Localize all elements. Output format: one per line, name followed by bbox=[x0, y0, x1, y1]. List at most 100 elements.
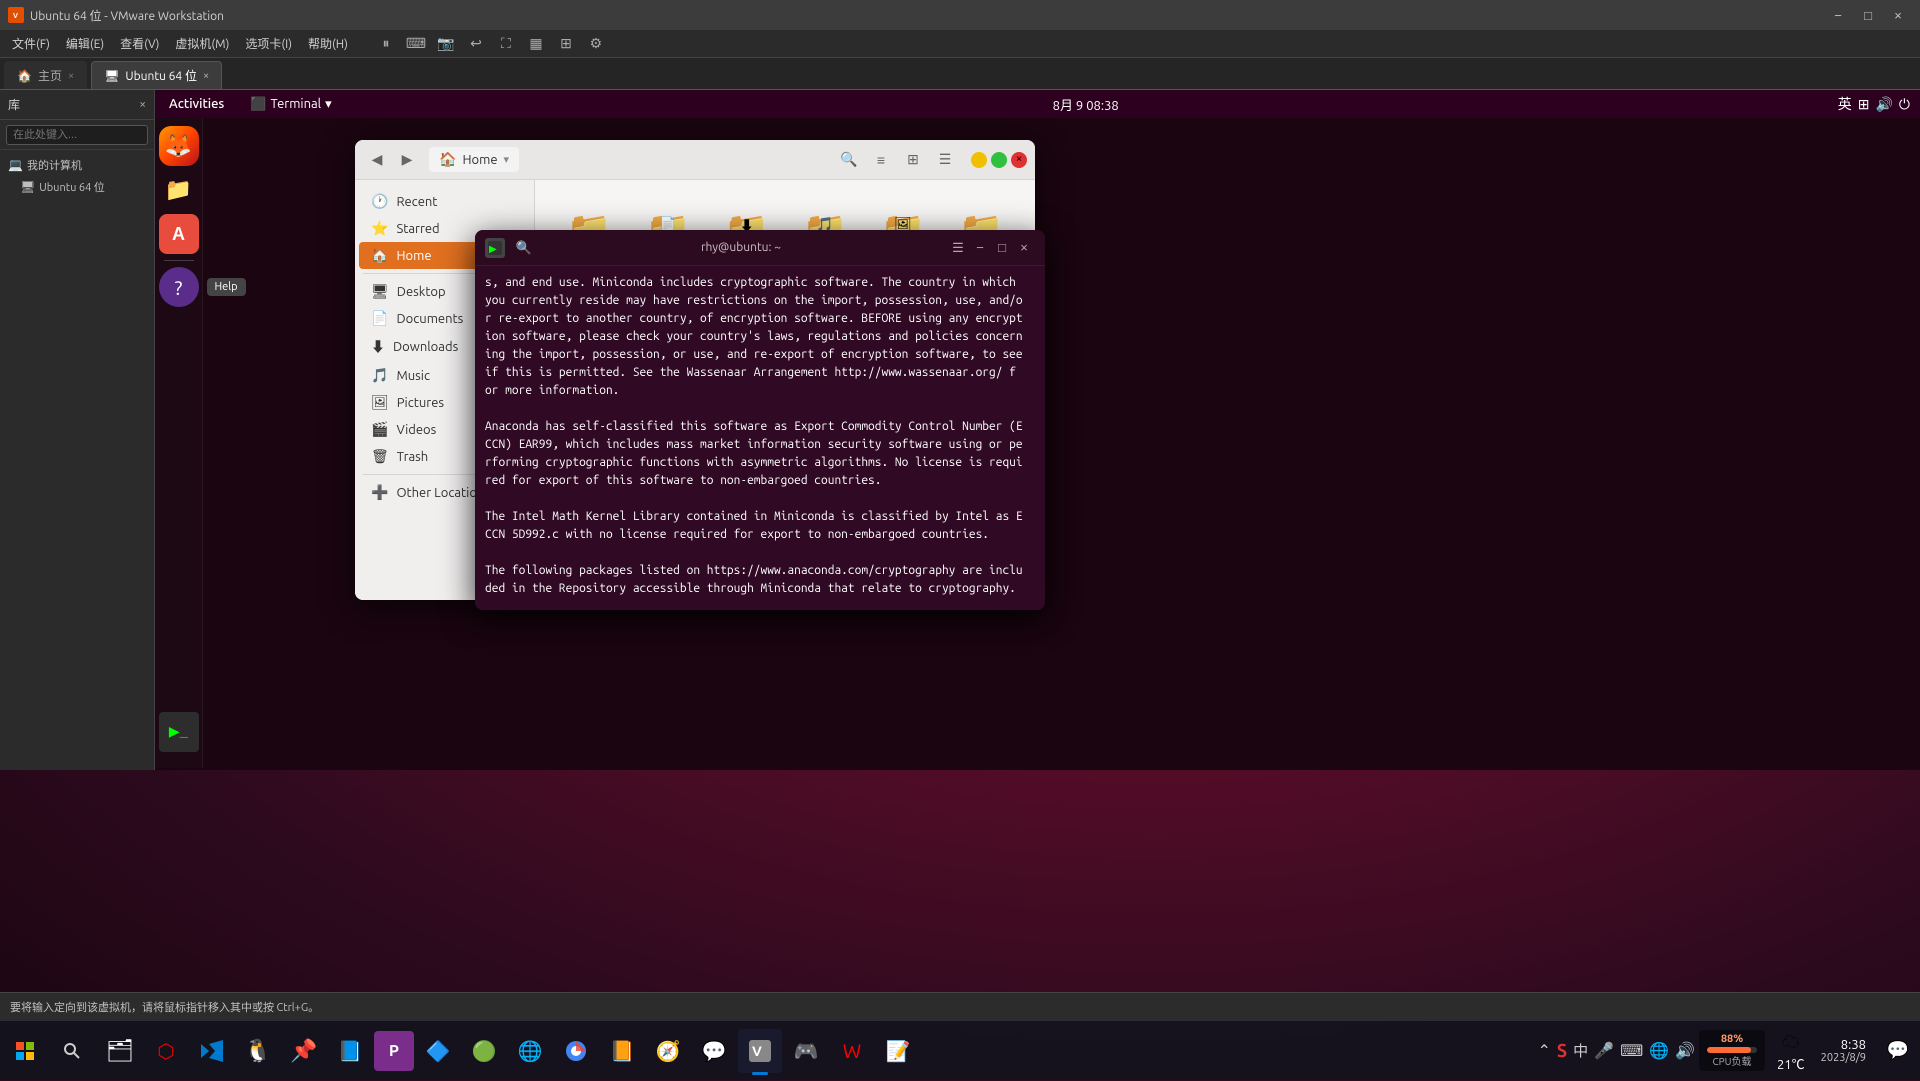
chinese-input-icon[interactable]: 中 bbox=[1573, 1040, 1588, 1061]
library-tree-ubuntu[interactable]: 🖥 Ubuntu 64 位 bbox=[0, 176, 154, 198]
library-title: 库 bbox=[8, 96, 20, 113]
terminal-search-button[interactable]: 🔍 bbox=[513, 237, 535, 259]
home-icon: 🏠 bbox=[371, 247, 388, 264]
dock-firefox[interactable]: 🦊 bbox=[159, 126, 199, 166]
search-button[interactable] bbox=[50, 1021, 94, 1081]
ubuntu-network-icon[interactable]: ⊞ bbox=[1858, 96, 1870, 113]
taskbar-icon-compass[interactable]: 🧭 bbox=[646, 1029, 690, 1073]
vmware-revert-button[interactable]: ↩ bbox=[462, 33, 490, 55]
taskbar-icon-app2[interactable]: 🔷 bbox=[416, 1029, 460, 1073]
dock-files[interactable]: 📁 bbox=[159, 170, 199, 210]
chevron-up-icon[interactable]: ⌃ bbox=[1537, 1041, 1550, 1060]
vmware-prefs-button[interactable]: ⚙ bbox=[582, 33, 610, 55]
ubuntu-power-icon[interactable]: ⏻ bbox=[1899, 96, 1910, 113]
taskbar-icon-notes[interactable]: 📝 bbox=[876, 1029, 920, 1073]
my-computer-label: 我的计算机 bbox=[27, 157, 82, 173]
library-close-button[interactable]: × bbox=[139, 98, 146, 111]
taskbar-icon-purple[interactable]: P bbox=[374, 1031, 414, 1071]
mic-icon[interactable]: 🎤 bbox=[1594, 1041, 1614, 1060]
dock-terminal[interactable]: ▶_ bbox=[159, 712, 199, 752]
start-button[interactable] bbox=[0, 1021, 50, 1081]
starred-label: Starred bbox=[396, 222, 439, 236]
term-line-5: ing the import, possession, or use, and … bbox=[485, 346, 1035, 364]
files-icon: 📁 bbox=[165, 177, 192, 203]
ubuntu-volume-icon[interactable]: 🔊 bbox=[1875, 96, 1892, 113]
vmware-send-key-button[interactable]: ⌨ bbox=[402, 33, 430, 55]
fm-back-button[interactable]: ◀ bbox=[363, 146, 391, 174]
weather-temperature: 21℃ bbox=[1777, 1054, 1805, 1073]
system-clock[interactable]: 8:38 2023/8/9 bbox=[1811, 1038, 1876, 1064]
vmware-minimize-button[interactable]: − bbox=[1824, 4, 1852, 26]
terminal-maximize-button[interactable]: □ bbox=[991, 237, 1013, 259]
term-line-11: rforming cryptographic functions with as… bbox=[485, 454, 1035, 472]
terminal-close-button[interactable]: × bbox=[1013, 237, 1035, 259]
menu-file[interactable]: 文件(F) bbox=[4, 32, 58, 55]
taskbar-icon-game[interactable]: 🎮 bbox=[784, 1029, 828, 1073]
home-tab-icon: 🏠 bbox=[17, 69, 32, 83]
ubuntu-activities-button[interactable]: Activities bbox=[155, 90, 238, 118]
menu-edit[interactable]: 编辑(E) bbox=[58, 32, 112, 55]
vmware-tab-ubuntu[interactable]: 🖥 Ubuntu 64 位 × bbox=[91, 61, 222, 89]
terminal-window-icon: ▶ bbox=[485, 238, 505, 258]
vmware-pause-button[interactable]: ⏸ bbox=[372, 33, 400, 55]
vmware-unity-button[interactable]: ▦ bbox=[522, 33, 550, 55]
menu-view[interactable]: 查看(V) bbox=[112, 32, 167, 55]
taskbar-icon-book[interactable]: 📘 bbox=[328, 1029, 372, 1073]
videos-label: Videos bbox=[396, 423, 436, 437]
fm-view-grid-button[interactable]: ⊞ bbox=[899, 146, 927, 174]
fm-close-button[interactable]: × bbox=[1011, 152, 1027, 168]
taskbar-icon-app3[interactable]: 🟢 bbox=[462, 1029, 506, 1073]
svg-text:V: V bbox=[752, 1043, 762, 1059]
home-tab-close[interactable]: × bbox=[68, 70, 74, 82]
ubuntu-lang-icon[interactable]: 英 bbox=[1838, 94, 1852, 114]
vmware-view-button[interactable]: ⊞ bbox=[552, 33, 580, 55]
network-icon[interactable]: 🌐 bbox=[1649, 1041, 1669, 1060]
taskbar-icon-pingu[interactable]: 🐧 bbox=[236, 1029, 280, 1073]
dock-appstore[interactable]: A bbox=[159, 214, 199, 254]
dock-help[interactable]: ? Help bbox=[159, 267, 199, 307]
search-icon bbox=[63, 1042, 81, 1060]
taskbar-icon-2[interactable]: ⬡ bbox=[144, 1029, 188, 1073]
fm-maximize-button[interactable] bbox=[991, 152, 1007, 168]
library-search bbox=[0, 120, 154, 150]
vmware-snapshot-button[interactable]: 📷 bbox=[432, 33, 460, 55]
fm-titlebar: ◀ ▶ 🏠 Home ▾ 🔍 ≡ ⊞ ☰ × bbox=[355, 140, 1035, 180]
fm-minimize-button[interactable] bbox=[971, 152, 987, 168]
taskbar-file-explorer[interactable]: 🗂 bbox=[98, 1029, 142, 1073]
taskbar-icon-pin[interactable]: 📌 bbox=[282, 1029, 326, 1073]
s-icon[interactable]: S bbox=[1557, 1041, 1567, 1061]
taskbar-chrome[interactable] bbox=[554, 1029, 598, 1073]
menu-vm[interactable]: 虚拟机(M) bbox=[167, 32, 237, 55]
fm-search-button[interactable]: 🔍 bbox=[835, 146, 863, 174]
menu-tabs[interactable]: 选项卡(I) bbox=[237, 32, 300, 55]
vmware-maximize-button[interactable]: □ bbox=[1854, 4, 1882, 26]
menu-help[interactable]: 帮助(H) bbox=[300, 32, 356, 55]
ubuntu-clock[interactable]: 8月 9 08:38 bbox=[344, 95, 1828, 114]
vmware-tabbar: 🏠 主页 × 🖥 Ubuntu 64 位 × bbox=[0, 58, 1920, 90]
library-tree-my-computer[interactable]: 💻 我的计算机 bbox=[0, 154, 154, 176]
fm-location-bar[interactable]: 🏠 Home ▾ bbox=[429, 147, 519, 172]
notification-icon[interactable]: 💬 bbox=[1876, 1029, 1920, 1073]
vmware-tab-home[interactable]: 🏠 主页 × bbox=[4, 61, 87, 89]
taskbar-vmware[interactable]: V bbox=[738, 1029, 782, 1073]
terminal-menu-button[interactable]: ☰ bbox=[947, 237, 969, 259]
terminal-minimize-button[interactable]: − bbox=[969, 237, 991, 259]
vm-screen[interactable]: Activities ⬛ Terminal ▾ 8月 9 08:38 英 ⊞ 🔊… bbox=[155, 90, 1920, 770]
library-search-input[interactable] bbox=[6, 125, 148, 145]
fm-sidebar-recent[interactable]: 🕐 Recent bbox=[359, 188, 530, 215]
volume-icon[interactable]: 🔊 bbox=[1675, 1041, 1695, 1060]
vmware-close-button[interactable]: × bbox=[1884, 4, 1912, 26]
taskbar-edge[interactable]: 🌐 bbox=[508, 1029, 552, 1073]
taskbar-vscode[interactable] bbox=[190, 1029, 234, 1073]
taskbar-icon-yellow[interactable]: 📙 bbox=[600, 1029, 644, 1073]
vmware-fullscreen-button[interactable]: ⛶ bbox=[492, 33, 520, 55]
weather-widget[interactable]: ☁ 21℃ bbox=[1771, 1026, 1811, 1075]
ubuntu-tab-close[interactable]: × bbox=[203, 70, 209, 82]
taskbar-wps[interactable]: W bbox=[830, 1029, 874, 1073]
taskbar-icon-chat[interactable]: 💬 bbox=[692, 1029, 736, 1073]
fm-view-list-button[interactable]: ≡ bbox=[867, 146, 895, 174]
keyboard-icon[interactable]: ⌨ bbox=[1620, 1041, 1643, 1060]
ubuntu-app-indicator[interactable]: ⬛ Terminal ▾ bbox=[238, 90, 343, 118]
fm-menu-button[interactable]: ☰ bbox=[931, 146, 959, 174]
fm-forward-button[interactable]: ▶ bbox=[393, 146, 421, 174]
